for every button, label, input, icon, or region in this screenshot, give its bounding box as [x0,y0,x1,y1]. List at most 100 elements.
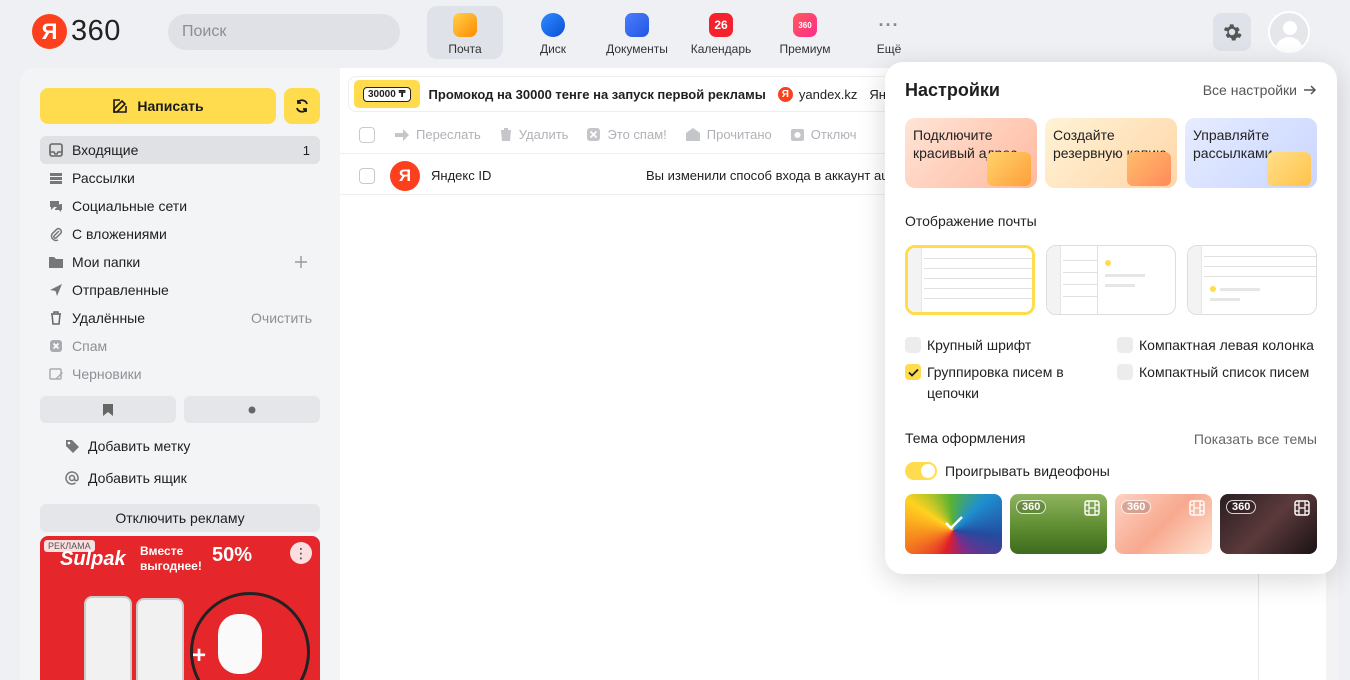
compact-list-checkbox[interactable] [1117,364,1133,380]
folder-inbox[interactable]: Входящие 1 [40,136,320,164]
promo-site[interactable]: Я yandex.kz [777,86,857,102]
video-toggle-label: Проигрывать видеофоны [945,463,1110,479]
envelope-icon [1267,152,1311,186]
clear-trash-link[interactable]: Очистить [251,310,312,326]
unread-filter-button[interactable] [184,396,320,423]
option-threading[interactable]: Группировка писем в цепочки [905,362,1085,404]
theme-colorful[interactable] [905,494,1002,554]
compose-button[interactable]: Написать [40,88,276,124]
ad-menu-button[interactable]: ⋮ [290,542,312,564]
message-subject: Вы изменили способ входа в аккаунт auth [646,168,900,183]
layout-option-list[interactable] [905,245,1035,315]
ad-slogan: Вместе выгоднее! [140,544,202,574]
ad-slogan-line: выгоднее! [140,559,202,573]
app-calendar[interactable]: 26 Календарь [679,6,763,59]
folder-trash[interactable]: Удалённые Очистить [40,304,320,332]
app-documents[interactable]: Документы [595,6,679,59]
select-all-checkbox[interactable] [359,126,375,143]
message-row[interactable]: Я Яндекс ID Вы изменили способ входа в а… [340,157,900,195]
yandex-360-logo[interactable]: Я 360 [32,14,121,49]
layout-line [1063,296,1097,297]
layout-line [1063,272,1097,273]
add-folder-icon[interactable] [294,255,308,269]
video-toggle[interactable] [905,462,937,480]
all-settings-link[interactable]: Все настройки [1203,82,1317,98]
promo-card-backup[interactable]: Создайте резервную копию [1045,118,1177,188]
disable-ads-button[interactable]: Отключить рекламу [40,504,320,532]
film-icon [1294,500,1310,516]
search-input[interactable] [182,23,389,41]
spam-icon [50,340,62,352]
app-label: Календарь [690,42,752,56]
settings-button[interactable] [1213,13,1251,51]
mark-read-button[interactable]: Прочитано [685,127,772,142]
forward-button[interactable]: Переслать [394,127,481,142]
video-background-option[interactable]: Проигрывать видеофоны [905,462,1110,480]
option-large-font[interactable]: Крупный шрифт [905,335,1031,356]
refresh-icon [296,99,308,113]
layout-option-horizontal-split[interactable] [1187,245,1317,315]
app-switcher: Почта Диск Документы 26 Календарь 360 Пр… [427,6,931,59]
show-all-themes-link[interactable]: Показать все темы [1194,431,1317,447]
ad-banner[interactable]: РЕКЛАМА Sulpak Вместе выгоднее! 50% ⋮ + [40,536,320,680]
option-label: Компактная левая колонка [1139,337,1314,353]
mail-display-heading: Отображение почты [905,213,1037,229]
layout-dot [1105,260,1111,266]
delete-button[interactable]: Удалить [499,127,568,142]
folder-my-folders[interactable]: Мои папки [40,248,320,276]
folder-label: Рассылки [72,170,135,186]
forward-label: Переслать [416,127,481,142]
message-sender: Яндекс ID [431,168,492,183]
ad-slogan-line: Вместе [140,544,184,558]
sender-avatar: Я [390,160,420,191]
theme-dark[interactable]: 360 [1220,494,1317,554]
folder-newsletters[interactable]: Рассылки [40,164,320,192]
message-checkbox[interactable] [359,167,375,184]
unread-count: 1 [302,142,310,158]
option-label: Группировка писем в цепочки [927,364,1064,401]
user-avatar[interactable] [1268,11,1310,53]
app-label: Ещё [876,42,902,56]
folder-label: Отправленные [72,282,169,298]
all-settings-label: Все настройки [1202,82,1297,98]
folder-label: Удалённые [72,310,146,326]
add-label-link[interactable]: Добавить метку [64,436,190,456]
promo-card-newsletters[interactable]: Управляйте рассылками [1185,118,1317,188]
trash-icon [51,311,61,325]
spam-button[interactable]: Это спам! [586,127,667,142]
attachment-icon [50,227,63,242]
layout-option-vertical-split[interactable] [1046,245,1176,315]
disable-button[interactable]: Отключ [790,127,856,142]
app-more[interactable]: ··· Ещё [847,6,931,59]
folder-label: Социальные сети [72,198,188,214]
app-mail[interactable]: Почта [427,6,503,59]
promo-bar[interactable]: 30000 ₸ Промокод на 30000 тенге на запус… [348,76,908,112]
folder-attachments[interactable]: С вложениями [40,220,320,248]
layout-sidebar [1188,246,1202,314]
folder-social[interactable]: Социальные сети [40,192,320,220]
theme-peach[interactable]: 360 [1115,494,1212,554]
promo-card-address[interactable]: Подключите красивый адрес [905,118,1037,188]
app-disk[interactable]: Диск [511,6,595,59]
trash-icon [499,128,512,141]
app-premium[interactable]: 360 Премиум [763,6,847,59]
compact-left-checkbox[interactable] [1117,337,1133,353]
layout-line [1204,256,1316,257]
promo-amount: 30000 ₸ [363,86,411,102]
add-mailbox-link[interactable]: Добавить ящик [64,468,187,488]
theme-grass[interactable]: 360 [1010,494,1107,554]
large-font-checkbox[interactable] [905,337,921,353]
folder-drafts[interactable]: Черновики [40,360,320,388]
layout-sidebar [908,248,922,312]
ad-discount: 50% [212,544,253,566]
option-compact-left[interactable]: Компактная левая колонка [1117,335,1314,356]
bookmark-filter-button[interactable] [40,396,176,423]
folder-sent[interactable]: Отправленные [40,276,320,304]
threading-checkbox[interactable] [905,364,921,380]
refresh-button[interactable] [284,88,320,124]
gear-icon [1223,24,1242,41]
folder-spam[interactable]: Спам [40,332,320,360]
message-toolbar: Переслать Удалить Это спам! Прочитано От… [340,116,900,154]
search-bar[interactable] [168,14,400,50]
option-compact-list[interactable]: Компактный список писем [1117,362,1309,383]
